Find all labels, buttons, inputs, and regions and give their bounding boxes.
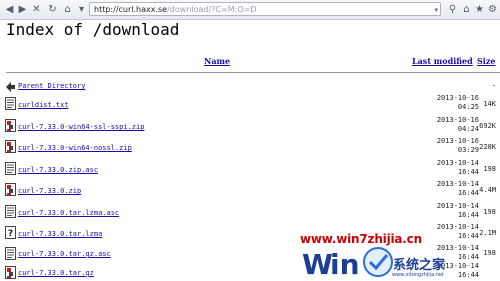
file-row: curl-7.33.0-win64-nossl.zip 2013-10-16 0…	[0, 137, 500, 157]
file-link[interactable]: curl-7.33.0.zip	[18, 187, 81, 195]
row-size: 2.1M	[479, 229, 496, 237]
row-size: 14K	[483, 100, 496, 108]
file-link[interactable]: curl-7.33.0.zip.asc	[18, 166, 98, 174]
column-header-last-modified[interactable]: Last modified	[412, 56, 473, 66]
page-title: Index of /download	[6, 20, 180, 39]
row-date: 2013-10-16 04:25	[436, 94, 479, 111]
back-icon[interactable]: ◀	[3, 3, 16, 16]
row-size: 4.4M	[479, 186, 496, 194]
watermark-brand: 系统之家	[393, 258, 446, 273]
header-divider	[6, 72, 500, 73]
file-row: curl-7.33.0.zip.asc 2013-10-14 16:44 198	[0, 159, 500, 179]
file-row: ? curl-7.33.0.tar.lzma 2013-10-14 16:44 …	[0, 223, 500, 243]
row-size: 198	[483, 249, 496, 257]
stop-icon[interactable]: ✕	[30, 3, 43, 16]
archive-file-icon	[5, 119, 16, 132]
row-date: 2013-10-16 03:29	[436, 137, 479, 154]
file-link[interactable]: curl-7.33.0-win64-ssl-sspi.zip	[18, 123, 144, 131]
text-file-icon	[5, 97, 16, 110]
file-link[interactable]: curl-7.33.0.tar.gz	[18, 269, 94, 277]
address-host: http://curl.haxx.se	[94, 5, 168, 14]
file-row: curl-7.33.0.zip 2013-10-14 16:44 4.4M	[0, 180, 500, 200]
search-icon[interactable]: ⚲	[446, 3, 459, 16]
file-row: curldist.txt 2013-10-16 04:25 14K	[0, 94, 500, 114]
svg-text:W: W	[302, 248, 333, 281]
row-size: 228K	[479, 143, 496, 151]
browser-toolbar: ◀ ▶ ✕ ↻ ⌂ ▾ http://curl.haxx.se/download…	[0, 0, 500, 20]
unknown-file-icon: ?	[5, 226, 16, 239]
dropdown-icon[interactable]: ▾	[75, 3, 88, 16]
svg-text:in: in	[330, 248, 360, 281]
row-size: -	[491, 82, 496, 90]
row-size: 198	[483, 165, 496, 173]
file-link[interactable]: curl-7.33.0.tar.lzma	[18, 230, 102, 238]
file-link[interactable]: curl-7.33.0.tar.gz.asc	[18, 250, 111, 258]
back-arrow-icon	[6, 82, 15, 92]
text-file-icon	[5, 162, 16, 175]
address-bar[interactable]: http://curl.haxx.se/download/?C=M;O=D ▾	[89, 2, 441, 16]
refresh-icon[interactable]: ↻	[46, 3, 59, 16]
row-size: 692K	[479, 122, 496, 130]
address-path: /download/?C=M;O=D	[167, 5, 257, 14]
row-date: 2013-10-14 16:44	[436, 202, 479, 219]
forward-icon[interactable]: ▶	[16, 3, 29, 16]
column-header-name[interactable]: Name	[204, 56, 230, 66]
win7-logo-icon: W in	[302, 247, 393, 281]
row-date: 2013-10-16 04:24	[436, 116, 479, 133]
favorites-icon[interactable]: ★	[473, 3, 486, 16]
watermark-site: www.xitongzhijia.net	[392, 272, 444, 278]
address-dropdown-icon[interactable]: ▾	[434, 3, 438, 15]
file-row: curl-7.33.0-win64-ssl-sspi.zip 2013-10-1…	[0, 116, 500, 136]
home-icon[interactable]: ⌂	[61, 3, 74, 16]
archive-file-icon	[5, 266, 16, 279]
file-link[interactable]: curldist.txt	[18, 101, 69, 109]
column-header-size[interactable]: Size	[477, 56, 495, 66]
text-file-icon	[5, 205, 16, 218]
settings-icon[interactable]: ⚙	[486, 3, 499, 16]
row-date: 2013-10-14 16:44	[436, 159, 479, 176]
row-date: 2013-10-14 16:44	[436, 180, 479, 197]
archive-file-icon	[5, 183, 16, 196]
svg-text:?: ?	[8, 229, 13, 239]
parent-directory-link[interactable]: Parent Directory	[18, 82, 85, 90]
row-date: 2013-10-14 16:44	[436, 223, 479, 240]
archive-file-icon	[5, 140, 16, 153]
file-row: curl-7.33.0.tar.lzma.asc 2013-10-14 16:4…	[0, 202, 500, 222]
text-file-icon	[5, 247, 16, 260]
home-page-icon[interactable]: ⌂	[460, 3, 473, 16]
row-size: 198	[483, 208, 496, 216]
file-link[interactable]: curl-7.33.0-win64-nossl.zip	[18, 144, 132, 152]
file-link[interactable]: curl-7.33.0.tar.lzma.asc	[18, 209, 119, 217]
